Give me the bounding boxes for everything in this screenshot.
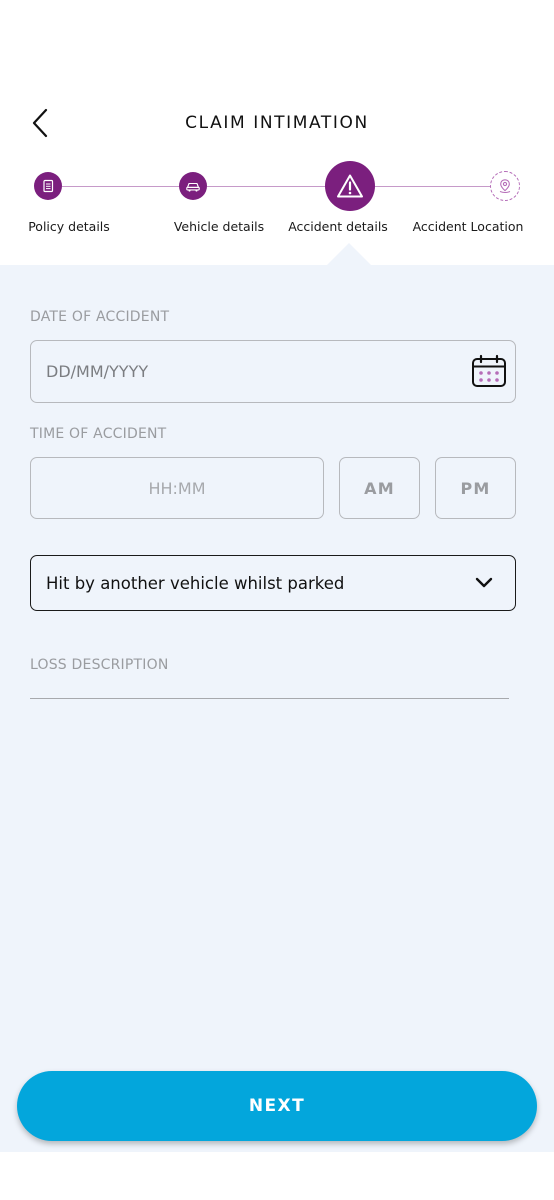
stepper-connector <box>207 186 327 187</box>
date-input[interactable]: DD/MM/YYYY <box>30 340 516 403</box>
progress-stepper: Policy details Vehicle details Accident … <box>0 160 554 240</box>
warning-icon <box>337 174 363 198</box>
stepper-connector <box>373 186 491 187</box>
incident-type-select[interactable]: Hit by another vehicle whilst parked <box>30 555 516 611</box>
next-button[interactable]: NEXT <box>17 1071 537 1141</box>
incident-type-value: Hit by another vehicle whilst parked <box>46 573 345 593</box>
chevron-down-icon <box>475 577 493 588</box>
header: CLAIM INTIMATION Policy details Vehicle … <box>0 0 554 265</box>
step-label-location: Accident Location <box>412 219 524 234</box>
page-title: CLAIM INTIMATION <box>185 113 369 133</box>
step-label-vehicle: Vehicle details <box>173 219 265 234</box>
date-placeholder: DD/MM/YYYY <box>46 362 149 381</box>
car-icon <box>186 182 200 192</box>
step-label-accident: Accident details <box>288 219 388 234</box>
step-policy-details[interactable] <box>34 172 62 200</box>
date-label: DATE OF ACCIDENT <box>30 309 170 325</box>
step-label-policy: Policy details <box>28 219 110 234</box>
step-accident-location[interactable] <box>490 171 520 201</box>
time-label: TIME OF ACCIDENT <box>30 426 167 442</box>
calendar-icon[interactable] <box>470 354 508 390</box>
time-placeholder: HH:MM <box>148 478 206 498</box>
document-icon <box>43 179 54 193</box>
pm-button[interactable]: PM <box>435 457 516 519</box>
am-button[interactable]: AM <box>339 457 420 519</box>
stepper-connector <box>62 186 180 187</box>
accident-details-form: DATE OF ACCIDENT DD/MM/YYYY TIME OF ACCI… <box>0 265 554 1152</box>
footer-strip <box>0 1152 554 1200</box>
time-input[interactable]: HH:MM <box>30 457 324 519</box>
loss-description-label: LOSS DESCRIPTION <box>30 657 169 673</box>
location-pin-icon <box>499 179 511 193</box>
step-accident-details[interactable] <box>325 161 375 211</box>
step-vehicle-details[interactable] <box>179 172 207 200</box>
loss-description-input[interactable] <box>30 698 509 699</box>
active-step-pointer <box>327 243 371 265</box>
